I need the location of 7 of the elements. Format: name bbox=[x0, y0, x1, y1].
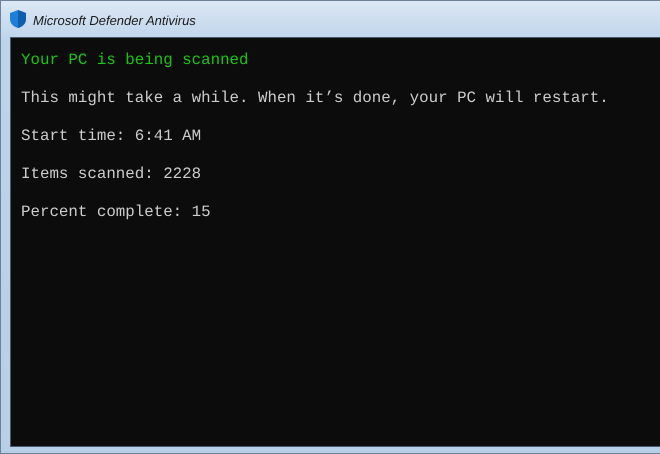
console-line: Start time: 6:41 AM bbox=[21, 126, 202, 146]
shield-icon bbox=[9, 9, 27, 29]
console-line: This might take a while. When it’s done, your PC will restart. bbox=[21, 88, 610, 108]
window-title: Microsoft Defender Antivirus bbox=[33, 12, 196, 28]
console-line: Percent complete: 15 bbox=[21, 202, 212, 222]
status-heading: Your PC is being scanned bbox=[21, 50, 250, 70]
console-line: Items scanned: 2228 bbox=[21, 164, 202, 184]
